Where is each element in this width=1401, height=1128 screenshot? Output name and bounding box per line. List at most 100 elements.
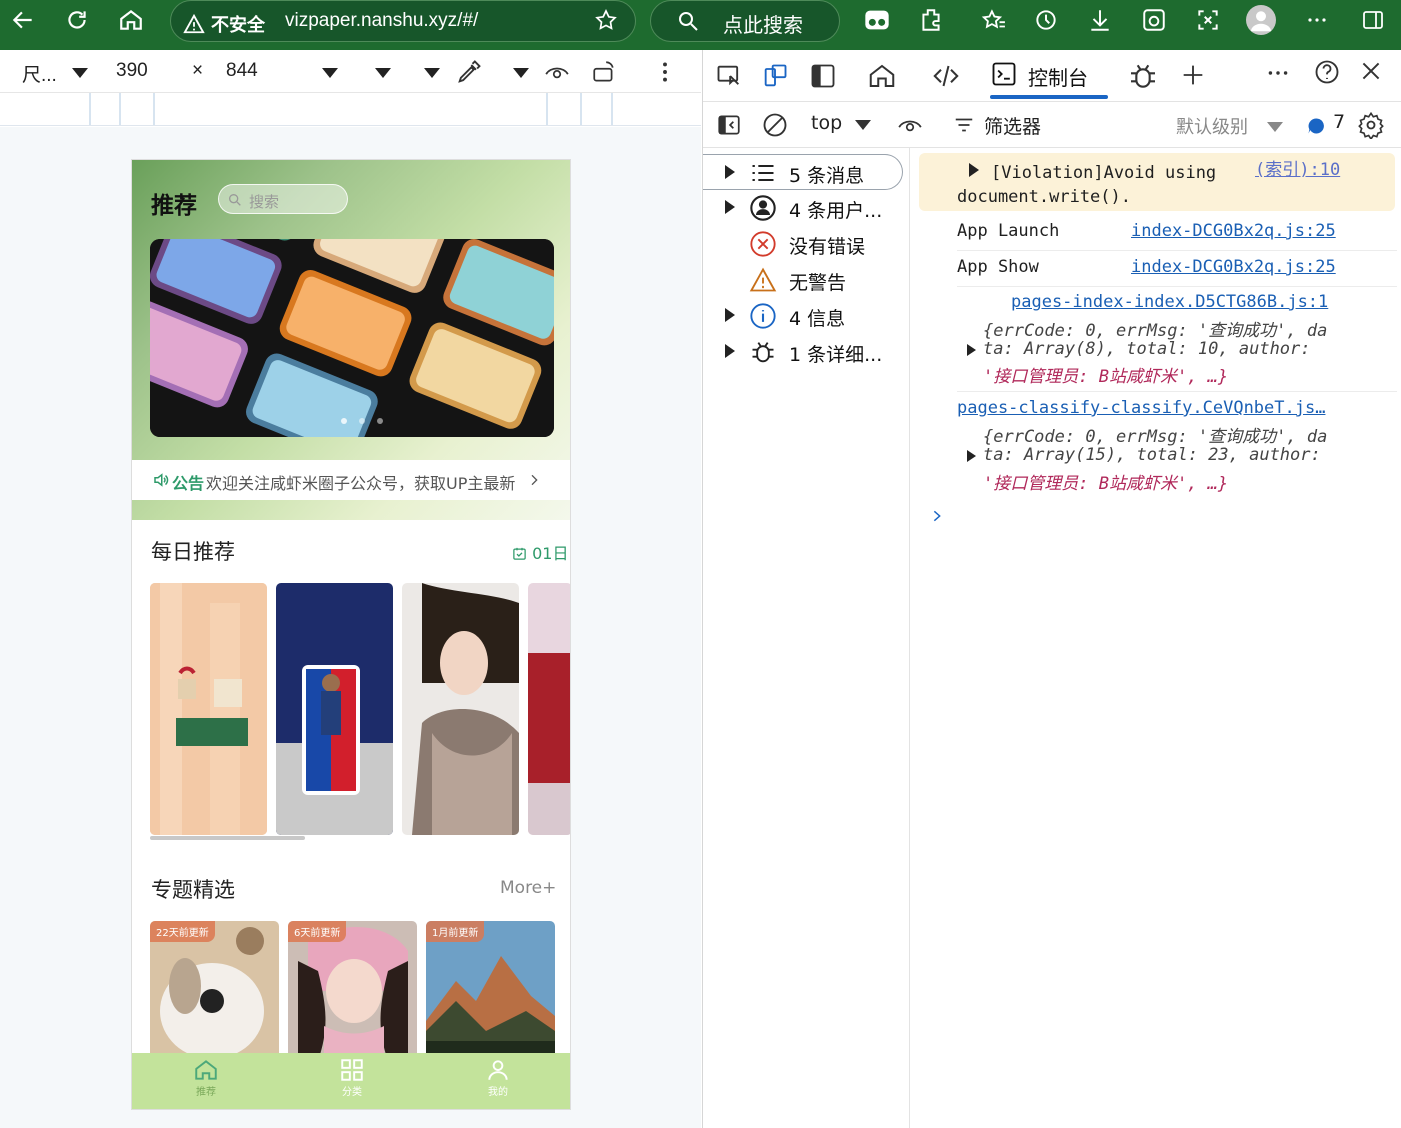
violation-source-link[interactable]: (索引):10	[1255, 155, 1340, 180]
violation-message[interactable]: [Violation]Avoid using document.write().…	[919, 153, 1395, 211]
warning-icon	[183, 13, 205, 34]
chevron-down-icon[interactable]	[855, 120, 871, 130]
close-icon[interactable]	[1358, 58, 1384, 84]
more-tools-icon[interactable]	[1265, 60, 1291, 86]
daily-thumb[interactable]	[402, 583, 519, 835]
media-query-ruler[interactable]	[0, 93, 701, 126]
sidebar-item-messages[interactable]: 5 条消息	[703, 154, 903, 190]
tab-mine[interactable]: 我的	[468, 1057, 528, 1098]
expand-arrow-icon[interactable]	[967, 450, 976, 462]
sidebar-item-info[interactable]: 4 信息	[703, 298, 910, 334]
more-link[interactable]: More+	[500, 878, 556, 898]
sidebar-toggle-icon[interactable]	[1358, 5, 1388, 35]
expand-arrow-icon[interactable]	[967, 344, 976, 356]
more-menu-icon[interactable]	[1302, 5, 1332, 35]
eye-icon[interactable]	[543, 59, 571, 85]
incognito-icon[interactable]	[862, 5, 892, 35]
info-icon	[750, 303, 776, 329]
security-warning[interactable]: 不安全	[183, 11, 265, 37]
tab-console[interactable]: 控制台	[990, 60, 1108, 100]
chevron-right-icon[interactable]	[526, 471, 542, 489]
log-source-link[interactable]: pages-index-index.D5CTG86B.js:1	[1011, 292, 1328, 312]
console-prompt-icon[interactable]	[929, 506, 945, 526]
live-expression-eye-icon[interactable]	[896, 112, 924, 138]
sidebar-item-user-messages[interactable]: 4 条用户...	[703, 190, 910, 226]
log-source-link[interactable]: index-DCG0Bx2q.js:25	[1131, 221, 1336, 241]
sidebar-item-label: 5 条消息	[789, 165, 865, 187]
sidebar-item-verbose[interactable]: 1 条详细...	[703, 334, 910, 370]
tab-recommend[interactable]: 推荐	[176, 1057, 236, 1098]
daily-thumb[interactable]	[276, 583, 393, 835]
notice-bar[interactable]: 公告 欢迎关注咸虾米圈子公众号，获取UP主最新动态	[132, 460, 570, 500]
device-select[interactable]: 尺...	[22, 60, 57, 87]
rotate-device-icon[interactable]	[590, 59, 618, 85]
home-icon[interactable]	[116, 5, 146, 35]
filter-input[interactable]: 筛选器	[984, 112, 1041, 139]
expand-arrow-icon[interactable]	[969, 163, 979, 177]
console-tab-label: 控制台	[1028, 66, 1088, 90]
page-title: 推荐	[151, 193, 197, 219]
daily-thumb[interactable]	[528, 583, 570, 835]
width-input[interactable]: 390	[116, 60, 148, 82]
user-icon	[750, 195, 776, 221]
topic-card[interactable]: 6天前更新	[288, 921, 417, 1061]
profile-avatar-icon[interactable]	[1246, 5, 1276, 35]
screenshot-icon[interactable]	[1193, 5, 1223, 35]
sidebar-item-label: 1 条详细...	[789, 344, 883, 366]
url-text[interactable]: vizpaper.nanshu.xyz/#/	[285, 10, 478, 32]
favorites-icon[interactable]	[978, 5, 1008, 35]
chevron-down-icon[interactable]	[375, 68, 391, 78]
edge-browser-icon[interactable]	[1139, 5, 1169, 35]
console-icon	[992, 62, 1016, 86]
bug-icon[interactable]	[1127, 60, 1159, 92]
history-icon[interactable]	[1031, 5, 1061, 35]
clear-console-icon[interactable]	[761, 111, 789, 139]
horizontal-scrollbar[interactable]	[150, 836, 305, 840]
favorite-star-icon[interactable]	[591, 5, 621, 35]
issues-icon[interactable]	[1306, 116, 1326, 136]
context-select[interactable]: top	[811, 112, 842, 134]
help-icon[interactable]	[1313, 58, 1341, 86]
thumb-image	[276, 583, 393, 835]
log-source-link[interactable]: index-DCG0Bx2q.js:25	[1131, 257, 1336, 277]
sidebar-item-label: 4 信息	[789, 308, 846, 330]
sidebar-toggle-icon[interactable]	[715, 112, 743, 138]
home-icon	[195, 1060, 217, 1080]
chevron-down-icon[interactable]	[322, 68, 338, 78]
settings-gear-icon[interactable]	[1357, 111, 1385, 139]
issues-count[interactable]: 7	[1333, 111, 1345, 133]
search-input[interactable]: 搜索	[218, 184, 348, 214]
sidebar-item-errors[interactable]: 没有错误	[703, 226, 910, 262]
address-bar[interactable]: 不安全 vizpaper.nanshu.xyz/#/	[170, 0, 636, 42]
topic-card[interactable]: 22天前更新	[150, 921, 279, 1061]
chevron-down-icon[interactable]	[424, 68, 440, 78]
log-level-select[interactable]: 默认级别	[1176, 113, 1248, 139]
add-tab-icon[interactable]	[1179, 61, 1207, 89]
inspect-element-icon[interactable]	[715, 62, 743, 90]
tab-category[interactable]: 分类	[322, 1057, 382, 1098]
back-icon[interactable]	[8, 5, 38, 35]
security-label: 不安全	[211, 15, 265, 36]
download-icon[interactable]	[1085, 5, 1115, 35]
banner-carousel[interactable]	[150, 239, 554, 437]
daily-thumb[interactable]	[150, 583, 267, 835]
sidebar-item-warnings[interactable]: 无警告	[703, 262, 910, 298]
elements-code-icon[interactable]	[929, 61, 963, 91]
dock-side-icon[interactable]	[809, 62, 837, 90]
tab-label: 推荐	[196, 1087, 216, 1098]
browser-search[interactable]: 点此搜索	[650, 0, 840, 42]
sidebar-item-label: 没有错误	[789, 236, 866, 258]
chevron-down-icon[interactable]	[513, 68, 529, 78]
height-input[interactable]: 844	[226, 60, 258, 82]
eyedropper-icon[interactable]	[455, 58, 483, 86]
more-options-icon[interactable]	[655, 59, 675, 85]
extensions-icon[interactable]	[916, 5, 946, 35]
log-source-link[interactable]: pages-classify-classify.CeVQnbeT.js…	[957, 398, 1325, 418]
chevron-down-icon[interactable]	[1267, 122, 1283, 132]
welcome-home-icon[interactable]	[867, 61, 897, 91]
log-object-line: '接口管理员: B站咸虾米', …}	[983, 474, 1229, 494]
chevron-down-icon[interactable]	[72, 68, 88, 78]
topic-card[interactable]: 1月前更新	[426, 921, 555, 1061]
device-emulation-icon[interactable]	[760, 62, 790, 90]
refresh-icon[interactable]	[62, 5, 92, 35]
